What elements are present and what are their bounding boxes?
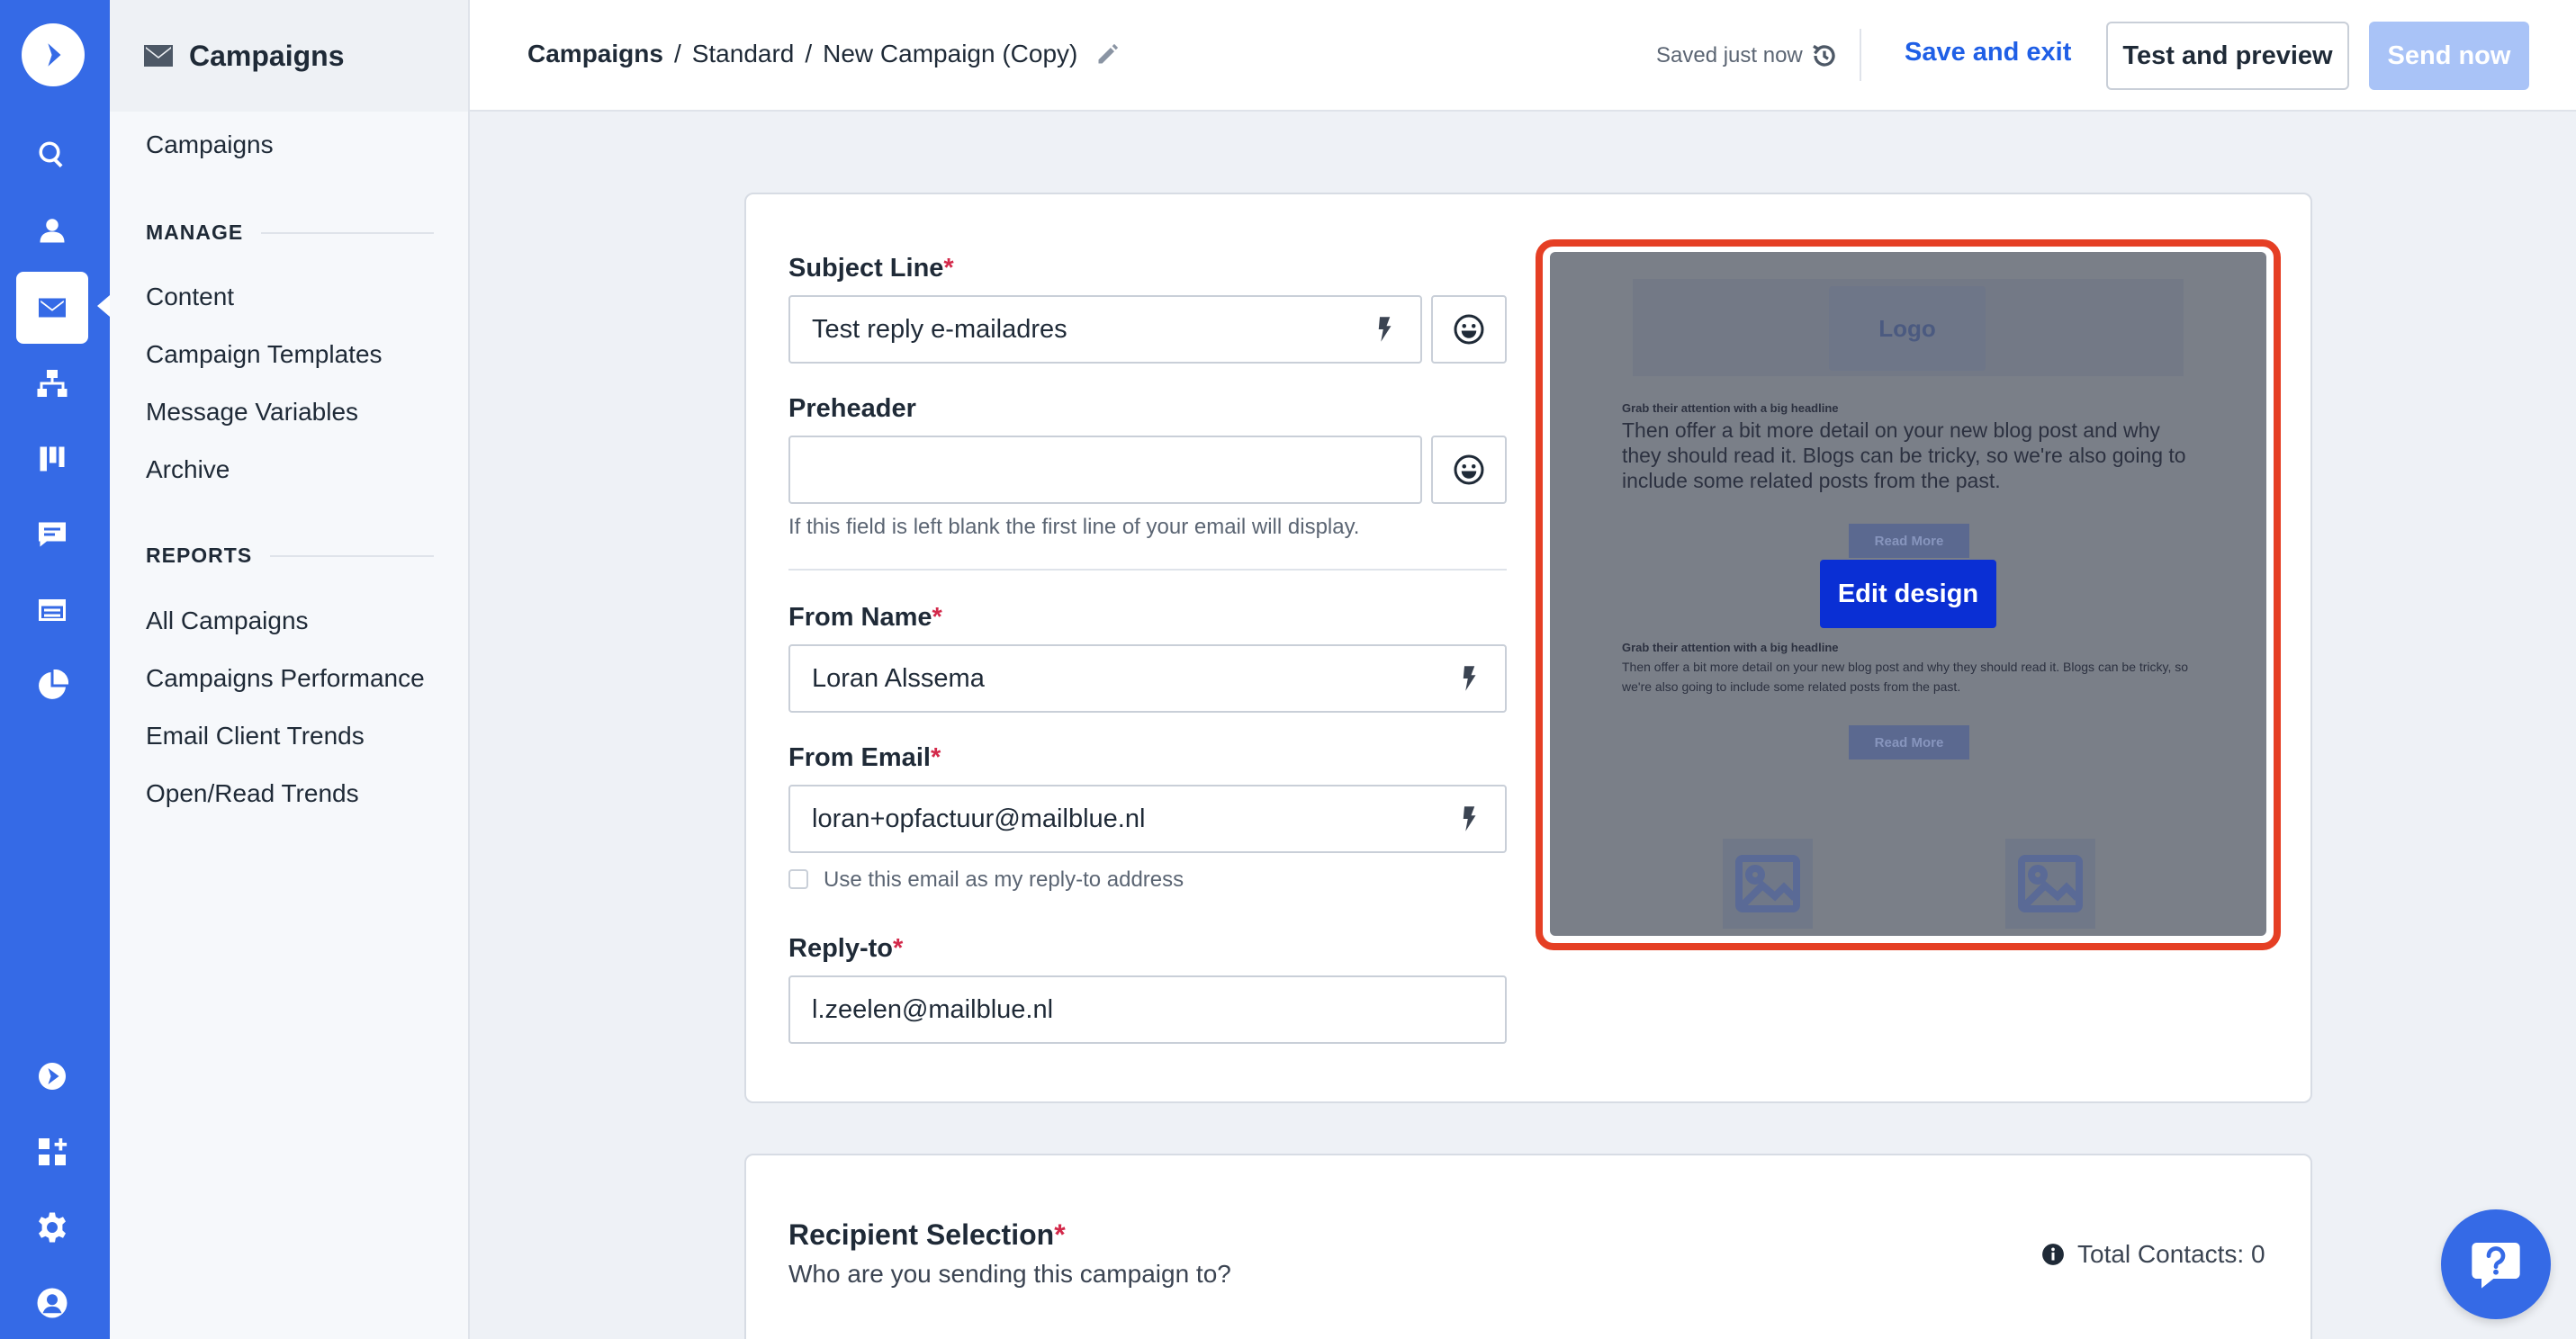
sidebar-item-all-campaigns[interactable]: All Campaigns [146,607,309,635]
form-divider [788,569,1507,571]
recipient-selection-title: Recipient Selection* [788,1218,1066,1251]
subject-line-label: Subject Line* [788,254,954,283]
test-and-preview-button[interactable]: Test and preview [2106,22,2349,90]
sidebar-item-campaign-templates[interactable]: Campaign Templates [146,340,383,369]
subject-line-input[interactable]: Test reply e-mailadres [788,295,1422,364]
sidebar-title: Campaigns [189,39,345,72]
preview-headline-2: Grab their attention with a big headline [1622,641,1839,654]
preheader-emoji-button[interactable] [1431,436,1507,504]
recipient-selection-subtitle: Who are you sending this campaign to? [788,1260,1231,1288]
envelope-icon [144,45,173,67]
help-chat-button[interactable] [2441,1209,2551,1319]
image-placeholder-icon [2005,839,2095,929]
active-indicator [97,295,110,317]
chat-help-icon [2472,1243,2520,1289]
smiley-icon [1454,314,1484,345]
smiley-icon [1454,454,1484,485]
save-status: Saved just now [1656,41,1839,70]
icon-rail [0,0,110,1339]
sidebar-header: Campaigns [110,0,468,112]
from-email-label: From Email* [788,743,941,772]
preheader-hint: If this field is left blank the first li… [788,515,1360,539]
reports-icon[interactable] [16,650,88,722]
reports-heading: REPORTS [146,544,434,568]
breadcrumb: Campaigns / Standard / New Campaign (Cop… [527,40,1121,68]
logo-icon[interactable] [22,23,85,86]
send-now-button[interactable]: Send now [2369,22,2529,90]
reply-to-label: Reply-to* [788,934,904,963]
info-icon [2042,1244,2064,1265]
header-divider [1860,29,1861,81]
sidebar-item-open-read-trends[interactable]: Open/Read Trends [146,779,359,808]
preview-body-1: Then offer a bit more detail on your new… [1622,418,2186,492]
sidebar-item-email-client-trends[interactable]: Email Client Trends [146,722,365,750]
total-contacts: Total Contacts: 0 [2041,1240,2265,1269]
edit-name-pencil-icon[interactable] [1095,41,1121,67]
history-icon[interactable] [1810,41,1839,70]
top-bar: Campaigns / Standard / New Campaign (Cop… [470,0,2576,112]
save-and-exit-button[interactable]: Save and exit [1905,38,2071,67]
sidebar-item-message-variables[interactable]: Message Variables [146,398,358,427]
from-email-input[interactable]: loran+opfactuur@mailblue.nl [788,785,1507,853]
automations-icon[interactable] [16,347,88,419]
reply-to-checkbox[interactable] [788,869,808,889]
preview-logo: Logo [1829,286,1986,371]
preheader-label: Preheader [788,394,916,423]
sidebar-item-campaigns-performance[interactable]: Campaigns Performance [146,664,425,693]
settings-icon[interactable] [16,1191,88,1263]
reply-to-checkbox-label[interactable]: Use this email as my reply-to address [824,867,1184,893]
campaigns-sidebar: Campaigns Campaigns MANAGE Content Campa… [110,0,470,1339]
preheader-input[interactable] [788,436,1422,504]
campaigns-icon[interactable] [16,272,88,344]
getting-started-icon[interactable] [16,1040,88,1112]
sidebar-item-campaigns[interactable]: Campaigns [146,130,274,159]
preview-body-2: Then offer a bit more detail on your new… [1622,660,2189,694]
campaign-name: New Campaign (Copy) [823,40,1078,67]
reply-to-input[interactable]: l.zeelen@mailblue.nl [788,975,1507,1044]
edit-design-button[interactable]: Edit design [1820,560,1996,628]
preview-read-more-2: Read More [1849,725,1969,759]
from-name-input[interactable]: Loran Alssema [788,644,1507,713]
from-name-label: From Name* [788,603,942,632]
preview-read-more-1: Read More [1849,524,1969,558]
search-icon[interactable] [16,119,88,191]
account-avatar[interactable] [16,1267,88,1339]
deals-icon[interactable] [16,423,88,495]
sidebar-item-archive[interactable]: Archive [146,455,230,484]
personalize-bolt-icon[interactable] [1451,801,1487,837]
contacts-icon[interactable] [16,194,88,266]
site-icon[interactable] [16,574,88,646]
manage-heading: MANAGE [146,220,434,245]
preview-headline-1: Grab their attention with a big headline [1622,401,1839,415]
conversations-icon[interactable] [16,499,88,571]
personalize-bolt-icon[interactable] [1366,311,1402,347]
personalize-bolt-icon[interactable] [1451,661,1487,696]
breadcrumb-campaigns[interactable]: Campaigns [527,40,663,68]
subject-emoji-button[interactable] [1431,295,1507,364]
image-placeholder-icon [1723,839,1813,929]
breadcrumb-standard[interactable]: Standard [692,40,795,68]
sidebar-item-content[interactable]: Content [146,283,234,311]
apps-icon[interactable] [16,1116,88,1188]
